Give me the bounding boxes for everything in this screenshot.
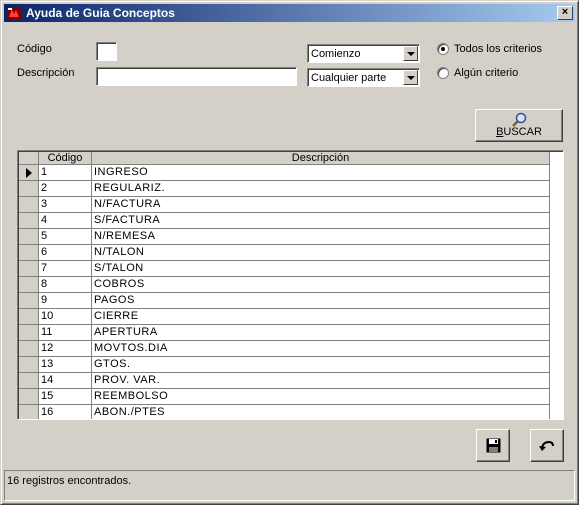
row-selector[interactable] — [19, 213, 39, 229]
title-bar[interactable]: Ayuda de Guia Conceptos × — [4, 4, 575, 22]
table-row[interactable]: 1 INGRESO — [19, 165, 563, 181]
row-selector[interactable] — [19, 373, 39, 389]
table-row[interactable]: 10 CIERRE — [19, 309, 563, 325]
conceptos-table[interactable]: Código Descripción 1 INGRESO 2 REGULARIZ. 3 N… — [17, 150, 564, 420]
table-row[interactable]: 16 ABON./PTES — [19, 405, 563, 419]
dialog-window: Ayuda de Guia Conceptos × Código Descrip… — [0, 0, 579, 505]
cell-descripcion[interactable]: N/FACTURA — [92, 197, 550, 213]
criteria-any-radio[interactable] — [437, 67, 449, 79]
cell-descripcion[interactable]: REGULARIZ. — [92, 181, 550, 197]
codigo-match-select[interactable]: Comienzo — [307, 44, 420, 63]
table-row[interactable]: 9 PAGOS — [19, 293, 563, 309]
cell-codigo[interactable]: 12 — [39, 341, 92, 357]
undo-arrow-icon — [539, 440, 554, 451]
cell-descripcion[interactable]: CIERRE — [92, 309, 550, 325]
cell-codigo[interactable]: 2 — [39, 181, 92, 197]
cell-codigo[interactable]: 10 — [39, 309, 92, 325]
search-button-label: BUSCAR — [496, 126, 542, 138]
current-row-indicator-icon[interactable] — [19, 165, 39, 181]
column-header-descripcion[interactable]: Descripción — [92, 152, 550, 165]
cell-descripcion[interactable]: S/FACTURA — [92, 213, 550, 229]
table-row[interactable]: 8 COBROS — [19, 277, 563, 293]
cell-codigo[interactable]: 13 — [39, 357, 92, 373]
chevron-down-icon[interactable] — [403, 70, 418, 85]
cell-codigo[interactable]: 3 — [39, 197, 92, 213]
row-selector[interactable] — [19, 357, 39, 373]
search-button[interactable]: BUSCAR — [475, 109, 563, 142]
descripcion-label: Descripción — [17, 67, 75, 79]
table-row[interactable]: 11 APERTURA — [19, 325, 563, 341]
cell-descripcion[interactable]: APERTURA — [92, 325, 550, 341]
cell-descripcion[interactable]: PAGOS — [92, 293, 550, 309]
criteria-any-label[interactable]: Algún criterio — [454, 67, 518, 79]
cell-descripcion[interactable]: N/TALON — [92, 245, 550, 261]
window-title: Ayuda de Guia Conceptos — [26, 6, 175, 20]
row-selector[interactable] — [19, 261, 39, 277]
table-row[interactable]: 12 MOVTOS.DIA — [19, 341, 563, 357]
codigo-input[interactable] — [96, 42, 117, 61]
status-bar: 16 registros encontrados. — [4, 470, 575, 501]
cell-descripcion[interactable]: GTOS. — [92, 357, 550, 373]
close-button[interactable]: × — [557, 6, 573, 20]
cell-codigo[interactable]: 5 — [39, 229, 92, 245]
row-selector[interactable] — [19, 293, 39, 309]
cell-codigo[interactable]: 1 — [39, 165, 92, 181]
table-row[interactable]: 4 S/FACTURA — [19, 213, 563, 229]
cell-codigo[interactable]: 11 — [39, 325, 92, 341]
cell-codigo[interactable]: 7 — [39, 261, 92, 277]
cell-codigo[interactable]: 4 — [39, 213, 92, 229]
table-row[interactable]: 6 N/TALON — [19, 245, 563, 261]
cell-codigo[interactable]: 16 — [39, 405, 92, 419]
column-header-codigo[interactable]: Código — [39, 152, 92, 165]
row-selector[interactable] — [19, 277, 39, 293]
status-text: 16 registros encontrados. — [7, 475, 132, 487]
table-row[interactable]: 2 REGULARIZ. — [19, 181, 563, 197]
cell-codigo[interactable]: 6 — [39, 245, 92, 261]
cell-descripcion[interactable]: PROV. VAR. — [92, 373, 550, 389]
cell-codigo[interactable]: 8 — [39, 277, 92, 293]
cell-codigo[interactable]: 14 — [39, 373, 92, 389]
codigo-match-value: Comienzo — [311, 48, 361, 60]
criteria-all-label[interactable]: Todos los criterios — [454, 43, 542, 55]
cell-descripcion[interactable]: MOVTOS.DIA — [92, 341, 550, 357]
table-row[interactable]: 7 S/TALON — [19, 261, 563, 277]
criteria-all-radio[interactable] — [437, 43, 449, 55]
row-selector[interactable] — [19, 405, 39, 419]
table-row[interactable]: 3 N/FACTURA — [19, 197, 563, 213]
row-selector[interactable] — [19, 245, 39, 261]
cell-descripcion[interactable]: REEMBOLSO — [92, 389, 550, 405]
codigo-label: Código — [17, 43, 52, 55]
floppy-disk-icon — [486, 438, 501, 453]
cell-codigo[interactable]: 15 — [39, 389, 92, 405]
cell-descripcion[interactable]: S/TALON — [92, 261, 550, 277]
row-selector[interactable] — [19, 181, 39, 197]
header-selector — [19, 152, 39, 165]
app-icon — [7, 7, 21, 19]
undo-button[interactable] — [530, 429, 564, 462]
chevron-down-icon[interactable] — [403, 46, 418, 61]
descripcion-match-select[interactable]: Cualquier parte — [307, 68, 420, 87]
cell-descripcion[interactable]: COBROS — [92, 277, 550, 293]
row-selector[interactable] — [19, 197, 39, 213]
row-selector[interactable] — [19, 229, 39, 245]
table-row[interactable]: 5 N/REMESA — [19, 229, 563, 245]
table-row[interactable]: 13 GTOS. — [19, 357, 563, 373]
row-selector[interactable] — [19, 389, 39, 405]
row-selector[interactable] — [19, 341, 39, 357]
cell-descripcion[interactable]: INGRESO — [92, 165, 550, 181]
descripcion-input[interactable] — [96, 67, 297, 86]
row-selector[interactable] — [19, 309, 39, 325]
save-button[interactable] — [476, 429, 510, 462]
cell-codigo[interactable]: 9 — [39, 293, 92, 309]
table-row[interactable]: 14 PROV. VAR. — [19, 373, 563, 389]
cell-descripcion[interactable]: N/REMESA — [92, 229, 550, 245]
cell-descripcion[interactable]: ABON./PTES — [92, 405, 550, 419]
row-selector[interactable] — [19, 325, 39, 341]
descripcion-match-value: Cualquier parte — [311, 72, 387, 84]
close-icon: × — [561, 6, 569, 18]
table-row[interactable]: 15 REEMBOLSO — [19, 389, 563, 405]
table-header: Código Descripción — [19, 152, 563, 165]
